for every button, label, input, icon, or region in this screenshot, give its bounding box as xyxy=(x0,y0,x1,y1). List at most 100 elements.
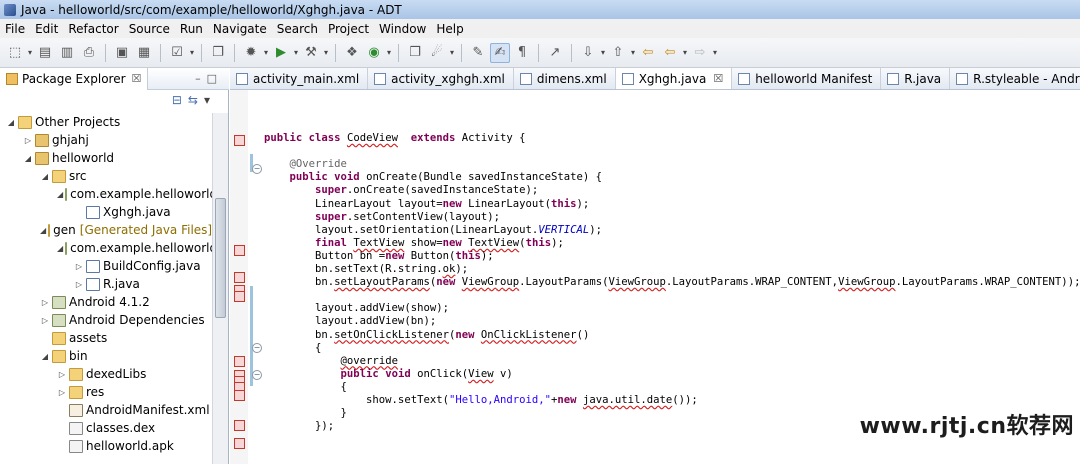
expand-arrow-icon[interactable]: ▷ xyxy=(74,280,84,289)
lint-check-icon[interactable]: ☑ xyxy=(167,43,187,63)
back-icon[interactable]: ⇦ xyxy=(660,43,680,63)
menu-source[interactable]: Source xyxy=(124,22,175,36)
next-annotation-dropdown-icon[interactable]: ▾ xyxy=(599,48,607,57)
expand-arrow-icon[interactable]: ◢ xyxy=(57,244,63,253)
debug-icon[interactable]: ✹ xyxy=(241,43,261,63)
collapse-all-icon[interactable]: ⊟ xyxy=(172,93,188,107)
new-java-package-icon[interactable]: ❖ xyxy=(342,43,362,63)
menu-search[interactable]: Search xyxy=(272,22,323,36)
fold-icon[interactable]: − xyxy=(252,343,262,353)
close-icon[interactable]: ☒ xyxy=(713,72,723,85)
fold-icon[interactable]: − xyxy=(252,370,262,380)
new-class-dropdown-icon[interactable]: ▾ xyxy=(385,48,393,57)
save-all-icon[interactable]: ▥ xyxy=(57,43,77,63)
external-tools-dropdown-icon[interactable]: ▾ xyxy=(322,48,330,57)
editor-tab[interactable]: activity_main.xml xyxy=(230,68,369,89)
error-marker-icon[interactable] xyxy=(234,438,245,449)
last-edit-location-icon[interactable]: ⇦ xyxy=(638,43,658,63)
link-with-editor-icon[interactable]: ⇆ xyxy=(188,93,204,107)
android-avd-manager-icon[interactable]: ▦ xyxy=(134,43,154,63)
menu-edit[interactable]: Edit xyxy=(30,22,63,36)
editor-tab[interactable]: R.styleable - Androi xyxy=(950,68,1080,89)
tree-item[interactable]: assets xyxy=(0,329,212,347)
toggle-block-selection-icon[interactable]: ✍ xyxy=(490,42,510,63)
tree-item[interactable]: ◢ helloworld xyxy=(0,149,212,167)
previous-annotation-dropdown-icon[interactable]: ▾ xyxy=(629,48,637,57)
expand-arrow-icon[interactable]: ▷ xyxy=(23,136,33,145)
scrollbar-thumb[interactable] xyxy=(215,198,226,318)
run-icon[interactable]: ▶ xyxy=(271,43,291,63)
tree-item[interactable]: ◢ com.example.helloworld xyxy=(0,239,212,257)
menu-window[interactable]: Window xyxy=(374,22,431,36)
tree-item[interactable]: AndroidManifest.xml xyxy=(0,401,212,419)
tree-item[interactable]: ▷ BuildConfig.java xyxy=(0,257,212,275)
editor-tab[interactable]: R.java xyxy=(881,68,951,89)
tree-item[interactable]: ◢ src xyxy=(0,167,212,185)
fold-icon[interactable]: − xyxy=(252,164,262,174)
view-menu-icon[interactable]: ▾ xyxy=(204,93,216,107)
expand-arrow-icon[interactable]: ◢ xyxy=(6,118,16,127)
error-marker-icon[interactable] xyxy=(234,356,245,367)
expand-arrow-icon[interactable]: ◢ xyxy=(23,154,33,163)
expand-arrow-icon[interactable]: ◢ xyxy=(40,352,50,361)
new-java-class-icon[interactable]: ◉ xyxy=(364,43,384,63)
tree-item[interactable]: Xghgh.java xyxy=(0,203,212,221)
close-icon[interactable]: ☒ xyxy=(132,72,142,85)
toggle-breadcrumb-icon[interactable]: ↗ xyxy=(545,43,565,63)
new-android-app-icon[interactable]: ❐ xyxy=(208,43,228,63)
tree-item[interactable]: ◢ gen [Generated Java Files] xyxy=(0,221,212,239)
toggle-mark-occurrences-icon[interactable]: ✎ xyxy=(468,43,488,63)
tree-item[interactable]: ▷ ghjahj xyxy=(0,131,212,149)
save-icon[interactable]: ▤ xyxy=(35,43,55,63)
expand-arrow-icon[interactable]: ◢ xyxy=(40,172,50,181)
search-dropdown-icon[interactable]: ▾ xyxy=(448,48,456,57)
error-marker-icon[interactable] xyxy=(234,420,245,431)
error-marker-icon[interactable] xyxy=(234,291,245,302)
package-explorer-scrollbar[interactable] xyxy=(212,113,228,464)
error-marker-icon[interactable] xyxy=(234,245,245,256)
tree-item[interactable]: helloworld.apk xyxy=(0,437,212,455)
expand-arrow-icon[interactable]: ▷ xyxy=(57,388,67,397)
expand-arrow-icon[interactable]: ▷ xyxy=(74,262,84,271)
error-marker-icon[interactable] xyxy=(234,390,245,401)
expand-arrow-icon[interactable]: ◢ xyxy=(40,226,46,235)
tree-item[interactable]: ▷ res xyxy=(0,383,212,401)
open-type-icon[interactable]: ❐ xyxy=(405,43,425,63)
expand-arrow-icon[interactable]: ◢ xyxy=(57,190,63,199)
android-sdk-manager-icon[interactable]: ▣ xyxy=(112,43,132,63)
back-dropdown-icon[interactable]: ▾ xyxy=(681,48,689,57)
menu-project[interactable]: Project xyxy=(323,22,374,36)
next-annotation-icon[interactable]: ⇩ xyxy=(578,43,598,63)
error-marker-icon[interactable] xyxy=(234,135,245,146)
editor-tab[interactable]: helloworld Manifest xyxy=(732,68,882,89)
menu-run[interactable]: Run xyxy=(175,22,208,36)
expand-arrow-icon[interactable]: ▷ xyxy=(40,298,50,307)
minimize-maximize-icons[interactable]: –□ xyxy=(195,72,223,85)
editor-tab[interactable]: Xghgh.java ☒ xyxy=(615,68,733,89)
tree-item[interactable]: ▷ Android Dependencies xyxy=(0,311,212,329)
print-icon[interactable]: ⎙ xyxy=(79,43,99,63)
error-marker-icon[interactable] xyxy=(234,272,245,283)
previous-annotation-icon[interactable]: ⇧ xyxy=(608,43,628,63)
expand-arrow-icon[interactable]: ▷ xyxy=(57,370,67,379)
tree-item[interactable]: ▷ R.java xyxy=(0,275,212,293)
package-explorer-tab[interactable]: Package Explorer ☒ xyxy=(0,67,149,90)
show-whitespace-icon[interactable]: ¶ xyxy=(512,43,532,63)
tree-item[interactable]: ▷ Android 4.1.2 xyxy=(0,293,212,311)
new-dropdown-icon[interactable]: ▾ xyxy=(26,48,34,57)
tree-item[interactable]: ▷ dexedLibs xyxy=(0,365,212,383)
tree-item[interactable]: classes.dex xyxy=(0,419,212,437)
lint-dropdown-icon[interactable]: ▾ xyxy=(188,48,196,57)
menu-help[interactable]: Help xyxy=(431,22,468,36)
search-icon[interactable]: ☄ xyxy=(427,43,447,63)
editor-tab[interactable]: activity_xghgh.xml xyxy=(368,68,514,89)
menu-refactor[interactable]: Refactor xyxy=(63,22,123,36)
run-dropdown-icon[interactable]: ▾ xyxy=(292,48,300,57)
external-tools-icon[interactable]: ⚒ xyxy=(301,43,321,63)
forward-icon[interactable]: ⇨ xyxy=(690,43,710,63)
editor-tab[interactable]: dimens.xml xyxy=(514,68,616,89)
tree-item[interactable]: ◢ com.example.helloworld xyxy=(0,185,212,203)
forward-dropdown-icon[interactable]: ▾ xyxy=(711,48,719,57)
menu-file[interactable]: File xyxy=(0,22,30,36)
tree-item[interactable]: ◢ bin xyxy=(0,347,212,365)
